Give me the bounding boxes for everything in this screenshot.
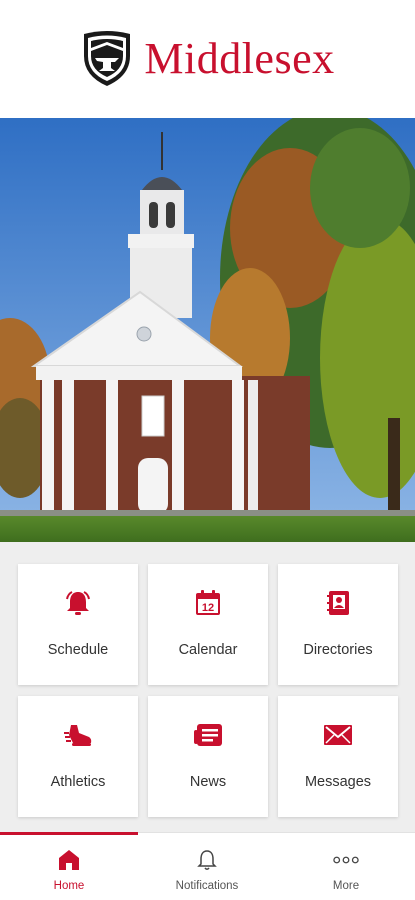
menu-grid: Schedule 12 Calendar Directories Athleti… — [0, 542, 415, 832]
calendar-icon-number: 12 — [202, 602, 214, 614]
tab-more[interactable]: More — [277, 833, 415, 900]
tile-calendar[interactable]: 12 Calendar — [148, 564, 268, 685]
crest-shield-icon — [84, 31, 131, 86]
tile-athletics[interactable]: Athletics — [18, 696, 138, 817]
more-dots-icon — [333, 847, 359, 873]
tab-home[interactable]: Home — [0, 833, 138, 900]
bell-icon — [63, 588, 93, 618]
hero-image — [0, 118, 415, 542]
tile-label: Athletics — [50, 774, 106, 790]
tile-label: News — [189, 774, 227, 790]
tile-messages[interactable]: Messages — [278, 696, 398, 817]
brand-name: Middlesex — [144, 33, 335, 83]
tile-label: Directories — [303, 642, 373, 658]
tile-label: Calendar — [178, 642, 238, 658]
tile-directories[interactable]: Directories — [278, 564, 398, 685]
tile-schedule[interactable]: Schedule — [18, 564, 138, 685]
tab-label: Home — [53, 880, 85, 892]
bottom-tab-bar: Home Notifications More — [0, 832, 415, 900]
contact-book-icon — [323, 588, 353, 618]
bell-outline-icon — [194, 847, 220, 873]
home-icon — [56, 847, 82, 873]
app-header: Middlesex — [0, 0, 415, 118]
tab-label: Notifications — [175, 880, 239, 892]
calendar-icon: 12 — [193, 588, 223, 618]
tile-label: Schedule — [47, 642, 109, 658]
tab-label: More — [332, 880, 360, 892]
running-shoe-icon — [63, 720, 93, 750]
envelope-icon — [323, 720, 353, 750]
chapel-photo — [0, 118, 415, 542]
brand-logo: Middlesex — [80, 28, 334, 88]
newspaper-icon — [193, 720, 223, 750]
tile-news[interactable]: News — [148, 696, 268, 817]
tile-label: Messages — [304, 774, 372, 790]
tab-notifications[interactable]: Notifications — [138, 833, 276, 900]
